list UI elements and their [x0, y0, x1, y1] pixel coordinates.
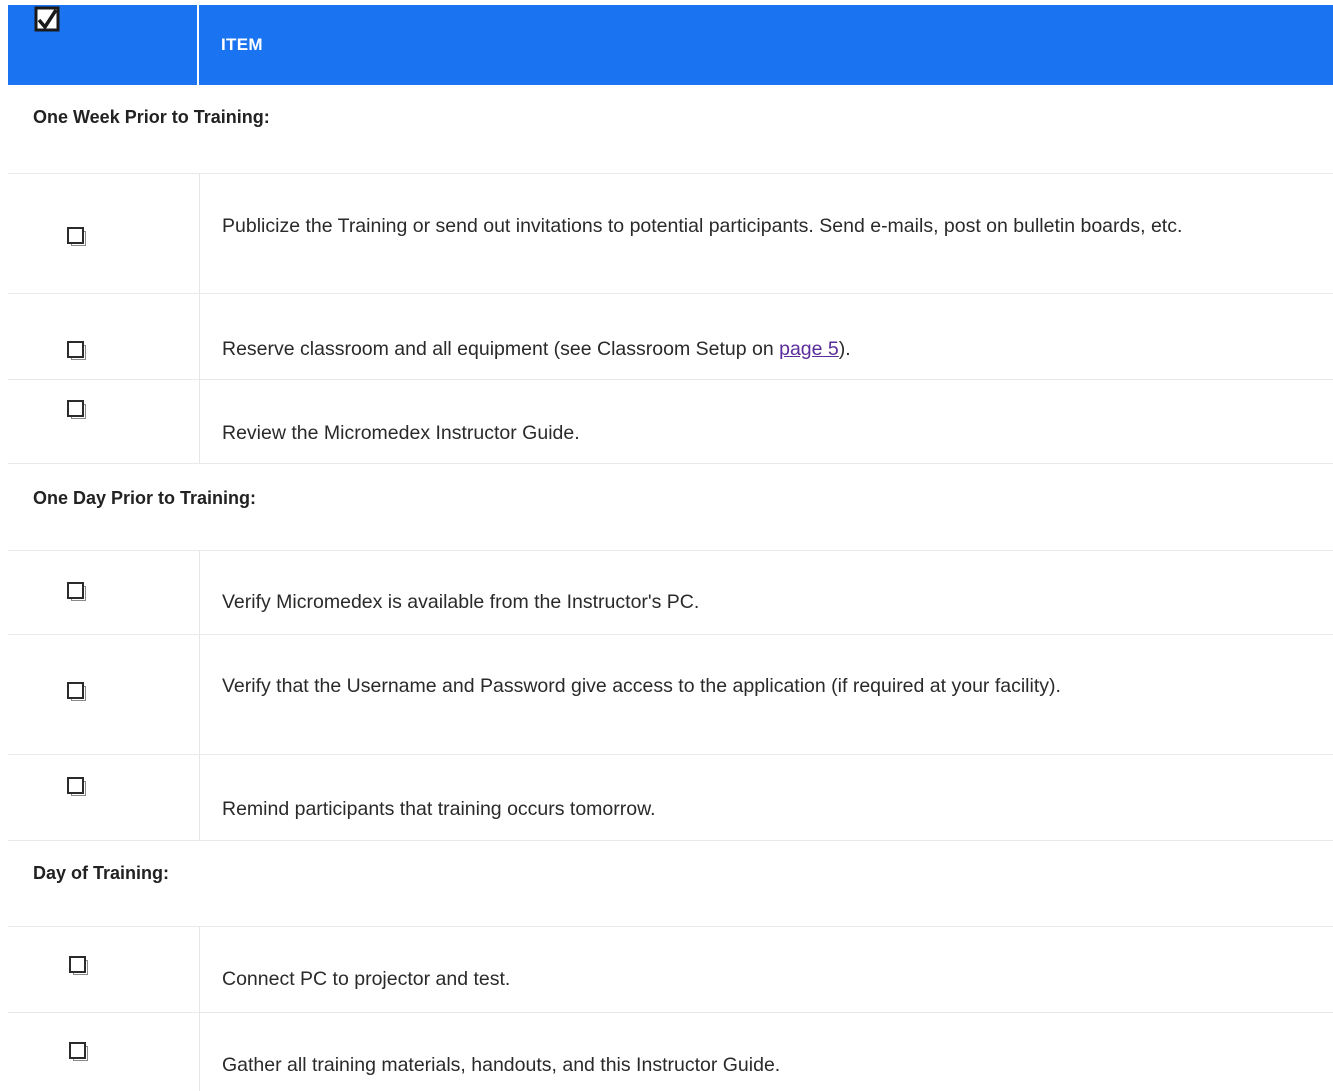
- section-title: Day of Training:: [33, 863, 170, 883]
- table-row: Gather all training materials, handouts,…: [8, 1013, 1333, 1091]
- table-row: Reserve classroom and all equipment (see…: [8, 294, 1333, 380]
- empty-checkbox-icon[interactable]: [67, 400, 87, 420]
- item-text: Publicize the Training or send out invit…: [222, 215, 1183, 237]
- table-row: Verify that the Username and Password gi…: [8, 635, 1333, 755]
- section-row: One Day Prior to Training:: [8, 464, 1333, 551]
- empty-checkbox-icon[interactable]: [67, 682, 87, 702]
- section-row: Day of Training:: [8, 841, 1333, 927]
- item-text: Remind participants that training occurs…: [222, 798, 656, 820]
- item-text: Connect PC to projector and test.: [222, 968, 511, 990]
- section-row: One Week Prior to Training:: [8, 85, 1333, 174]
- section-title: One Day Prior to Training:: [33, 488, 257, 508]
- checked-checkbox-icon: [34, 6, 60, 32]
- table-row: Verify Micromedex is available from the …: [8, 551, 1333, 635]
- table-row: Publicize the Training or send out invit…: [8, 174, 1333, 294]
- item-text: Verify Micromedex is available from the …: [222, 591, 700, 613]
- table-row: Review the Micromedex Instructor Guide.: [8, 380, 1333, 464]
- header-title: ITEM: [221, 35, 263, 54]
- table-header: ITEM: [8, 5, 1333, 85]
- empty-checkbox-icon[interactable]: [69, 1042, 89, 1062]
- table-row: Remind participants that training occurs…: [8, 755, 1333, 841]
- header-check-column: [8, 5, 199, 85]
- table-row: Connect PC to projector and test.: [8, 927, 1333, 1013]
- page-link[interactable]: page 5: [779, 338, 839, 360]
- item-text: Verify that the Username and Password gi…: [222, 675, 1061, 697]
- empty-checkbox-icon[interactable]: [67, 777, 87, 797]
- item-text: Review the Micromedex Instructor Guide.: [222, 422, 580, 444]
- empty-checkbox-icon[interactable]: [67, 341, 87, 361]
- section-title: One Week Prior to Training:: [33, 107, 270, 127]
- empty-checkbox-icon[interactable]: [67, 227, 87, 247]
- empty-checkbox-icon[interactable]: [67, 582, 87, 602]
- empty-checkbox-icon[interactable]: [69, 956, 89, 976]
- item-text: Reserve classroom and all equipment (see…: [222, 338, 851, 360]
- item-text: Gather all training materials, handouts,…: [222, 1054, 781, 1076]
